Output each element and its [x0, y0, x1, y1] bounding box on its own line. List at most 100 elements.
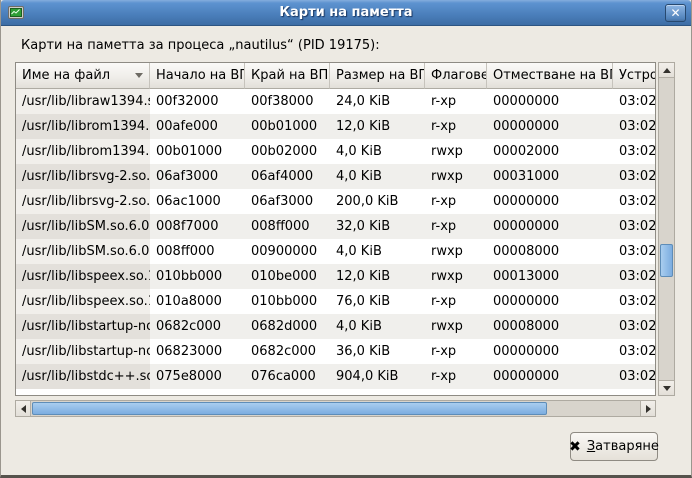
cell-device: 03:02 — [613, 364, 655, 389]
cell-size: 32,0 KiB — [330, 214, 425, 239]
table-body: /usr/lib/libraw1394.so00f3200000f3800024… — [16, 89, 655, 389]
cell-offset: 00031000 — [487, 164, 613, 189]
cell-start: 075e8000 — [150, 364, 245, 389]
cell-size: 4,0 KiB — [330, 164, 425, 189]
cell-size: 904,0 KiB — [330, 364, 425, 389]
close-button-label: Затваряне — [587, 439, 659, 454]
vertical-scrollbar-thumb[interactable] — [660, 244, 673, 277]
cell-size: 200,0 KiB — [330, 189, 425, 214]
horizontal-scrollbar-thumb[interactable] — [32, 402, 547, 415]
column-header-file[interactable]: Име на файл — [16, 63, 150, 89]
cell-end: 00900000 — [245, 239, 330, 264]
column-header-label: Начало на ВП — [156, 68, 245, 83]
table-row[interactable]: /usr/lib/libstartup-not0682c0000682d0004… — [16, 314, 655, 339]
table-row[interactable]: /usr/lib/libSM.so.6.0.0008f7000008ff0003… — [16, 214, 655, 239]
scroll-up-button[interactable] — [659, 63, 674, 78]
table-row[interactable]: /usr/lib/librsvg-2.so.206af300006af40004… — [16, 164, 655, 189]
table-row[interactable]: /usr/lib/libspeex.so.1010bb000010be00012… — [16, 264, 655, 289]
window-close-button[interactable]: ✕ — [665, 4, 686, 22]
cell-size: 24,0 KiB — [330, 89, 425, 114]
scroll-right-button[interactable] — [640, 401, 655, 416]
cell-device: 03:02 — [613, 139, 655, 164]
close-x-icon: ✖ — [569, 440, 581, 454]
column-header-flags[interactable]: Флагове — [425, 63, 487, 89]
sort-descending-icon — [135, 73, 143, 78]
table-row[interactable]: /usr/lib/librom1394.so00b0100000b020004,… — [16, 139, 655, 164]
close-button[interactable]: ✖ Затваряне — [570, 432, 658, 461]
cell-device: 03:02 — [613, 339, 655, 364]
cell-flags: r-xp — [425, 214, 487, 239]
column-header-start[interactable]: Начало на ВП — [150, 63, 245, 89]
cell-flags: rwxp — [425, 139, 487, 164]
cell-device: 03:02 — [613, 214, 655, 239]
titlebar[interactable]: Карти на паметта ✕ — [1, 0, 691, 26]
memory-maps-description-label: Карти на паметта за процеса „nautilus“ (… — [21, 38, 380, 53]
cell-start: 008f7000 — [150, 214, 245, 239]
vertical-scrollbar[interactable] — [658, 62, 675, 396]
cell-size: 4,0 KiB — [330, 239, 425, 264]
cell-file: /usr/lib/librsvg-2.so.2 — [16, 164, 150, 189]
column-header-device[interactable]: Устройство — [613, 63, 655, 89]
cell-file: /usr/lib/libSM.so.6.0.0 — [16, 214, 150, 239]
column-header-size[interactable]: Размер на ВП — [330, 63, 425, 89]
column-header-offset[interactable]: Отместване на ВП — [487, 63, 613, 89]
table-row[interactable]: /usr/lib/libspeex.so.1010a8000010bb00076… — [16, 289, 655, 314]
column-header-label: Флагове — [431, 68, 487, 83]
cell-end: 06af3000 — [245, 189, 330, 214]
memory-maps-table: Име на файл Начало на ВПКрай на ВП Размер … — [15, 62, 656, 396]
cell-end: 00b02000 — [245, 139, 330, 164]
arrow-left-icon — [21, 405, 26, 413]
system-monitor-icon[interactable] — [7, 4, 25, 22]
cell-file: /usr/lib/libSM.so.6.0.0 — [16, 239, 150, 264]
column-header-end[interactable]: Край на ВП — [245, 63, 330, 89]
cell-flags: r-xp — [425, 289, 487, 314]
table-row[interactable]: /usr/lib/librom1394.so00afe00000b0100012… — [16, 114, 655, 139]
cell-file: /usr/lib/libstartup-not — [16, 314, 150, 339]
cell-offset: 00000000 — [487, 114, 613, 139]
cell-device: 03:02 — [613, 239, 655, 264]
column-header-label: Отместване на ВП — [493, 68, 613, 83]
arrow-up-icon — [663, 68, 671, 73]
horizontal-scrollbar[interactable] — [15, 400, 656, 417]
cell-offset: 00000000 — [487, 289, 613, 314]
table-row[interactable]: /usr/lib/libstartup-not068230000682c0003… — [16, 339, 655, 364]
cell-end: 008ff000 — [245, 214, 330, 239]
cell-device: 03:02 — [613, 89, 655, 114]
cell-device: 03:02 — [613, 114, 655, 139]
cell-offset: 00000000 — [487, 364, 613, 389]
cell-end: 00b01000 — [245, 114, 330, 139]
cell-end: 076ca000 — [245, 364, 330, 389]
table-row[interactable]: /usr/lib/librsvg-2.so.206ac100006af30002… — [16, 189, 655, 214]
cell-offset: 00008000 — [487, 239, 613, 264]
cell-device: 03:02 — [613, 164, 655, 189]
cell-end: 06af4000 — [245, 164, 330, 189]
cell-file: /usr/lib/librom1394.so — [16, 114, 150, 139]
cell-size: 12,0 KiB — [330, 264, 425, 289]
cell-end: 00f38000 — [245, 89, 330, 114]
cell-file: /usr/lib/libstartup-not — [16, 339, 150, 364]
cell-start: 06af3000 — [150, 164, 245, 189]
cell-file: /usr/lib/libspeex.so.1 — [16, 289, 150, 314]
cell-file: /usr/lib/librom1394.so — [16, 139, 150, 164]
cell-end: 010bb000 — [245, 289, 330, 314]
arrow-down-icon — [663, 386, 671, 391]
column-header-label: Размер на ВП — [336, 68, 425, 83]
cell-start: 010bb000 — [150, 264, 245, 289]
cell-device: 03:02 — [613, 264, 655, 289]
cell-flags: r-xp — [425, 114, 487, 139]
table-row[interactable]: /usr/lib/libraw1394.so00f3200000f3800024… — [16, 89, 655, 114]
cell-flags: rwxp — [425, 239, 487, 264]
cell-size: 12,0 KiB — [330, 114, 425, 139]
cell-size: 36,0 KiB — [330, 339, 425, 364]
cell-size: 4,0 KiB — [330, 139, 425, 164]
table-row[interactable]: /usr/lib/libstdc++.so.075e8000076ca00090… — [16, 364, 655, 389]
table-row[interactable]: /usr/lib/libSM.so.6.0.0008ff000009000004… — [16, 239, 655, 264]
window-title: Карти на паметта — [31, 0, 661, 26]
cell-flags: r-xp — [425, 339, 487, 364]
cell-offset: 00002000 — [487, 139, 613, 164]
cell-start: 008ff000 — [150, 239, 245, 264]
scroll-down-button[interactable] — [659, 380, 674, 395]
cell-file: /usr/lib/libraw1394.so — [16, 89, 150, 114]
scroll-left-button[interactable] — [16, 401, 31, 416]
cell-flags: rwxp — [425, 314, 487, 339]
